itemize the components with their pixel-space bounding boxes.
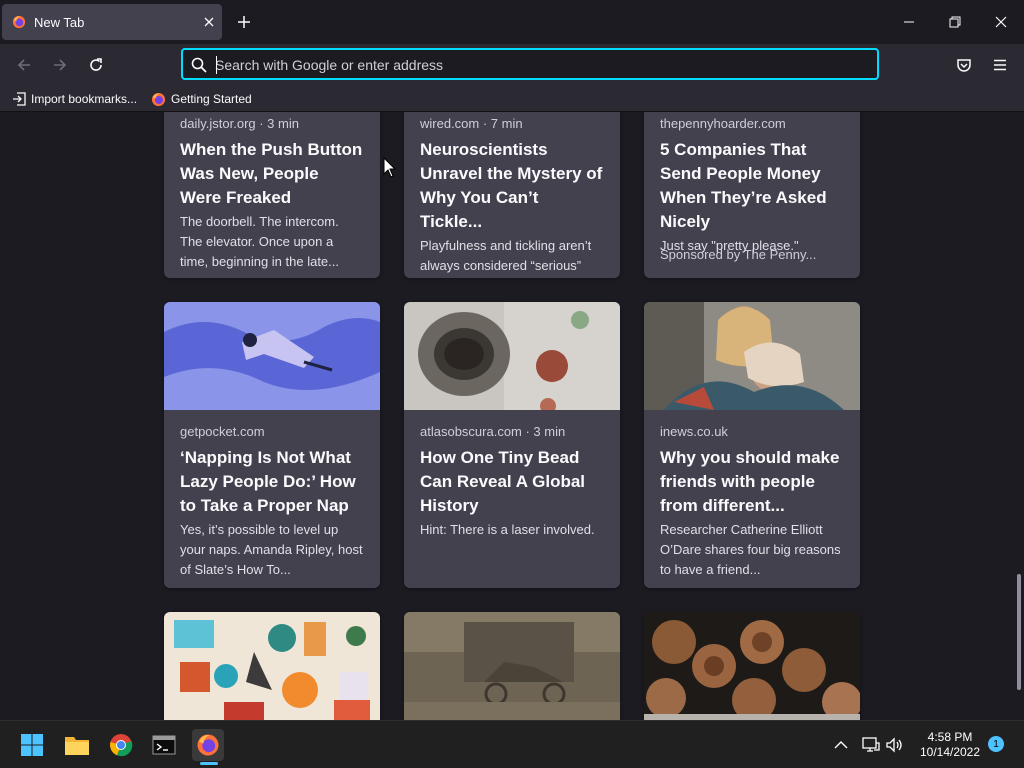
bookmarks-toolbar: Import bookmarks... Getting Started bbox=[0, 86, 1024, 112]
story-title: Why you should make friends with people … bbox=[660, 448, 840, 515]
speaker-icon bbox=[886, 737, 902, 753]
story-excerpt: Hint: There is a laser involved. bbox=[420, 522, 595, 537]
system-clock[interactable]: 4:58 PM 10/14/2022 bbox=[918, 730, 982, 760]
start-button[interactable] bbox=[16, 729, 48, 761]
story-body: getpocket.com ‘Napping Is Not What Lazy … bbox=[164, 424, 380, 580]
pocket-icon bbox=[957, 59, 971, 72]
search-input[interactable] bbox=[215, 55, 855, 75]
new-tab-content: daily.jstor.org · 3 min When the Push Bu… bbox=[0, 112, 1024, 720]
story-excerpt: The doorbell. The intercom. The elevator… bbox=[180, 214, 339, 269]
story-source: thepennyhoarder.com bbox=[660, 116, 786, 131]
network-button[interactable] bbox=[858, 729, 884, 761]
story-image bbox=[404, 612, 620, 720]
story-body: thepennyhoarder.com 5 Companies That Sen… bbox=[644, 116, 860, 256]
arrow-right-icon bbox=[54, 59, 67, 71]
story-card[interactable]: atlasobscura.com · 3 min How One Tiny Be… bbox=[404, 302, 620, 588]
mouse-pointer-icon bbox=[383, 157, 397, 178]
show-hidden-icons-button[interactable] bbox=[826, 729, 856, 761]
clock-time: 4:58 PM bbox=[927, 730, 973, 744]
reload-button[interactable] bbox=[83, 53, 109, 77]
taskbar-file-explorer[interactable] bbox=[61, 729, 93, 761]
restore-button[interactable] bbox=[940, 8, 970, 36]
story-body: wired.com · 7 min Neuroscientists Unrave… bbox=[404, 116, 620, 278]
story-excerpt: Researcher Catherine Elliott O’Dare shar… bbox=[660, 522, 841, 577]
bookmark-import[interactable]: Import bookmarks... bbox=[12, 90, 137, 108]
story-body: atlasobscura.com · 3 min How One Tiny Be… bbox=[404, 424, 620, 540]
terminal-icon bbox=[152, 735, 176, 755]
tab-new-tab[interactable]: New Tab bbox=[2, 4, 222, 40]
active-app-indicator bbox=[200, 762, 218, 765]
story-card[interactable] bbox=[644, 612, 860, 720]
story-title: When the Push Button Was New, People Wer… bbox=[180, 140, 363, 207]
restore-icon bbox=[949, 16, 961, 28]
story-source: getpocket.com bbox=[180, 424, 265, 439]
close-icon bbox=[995, 16, 1007, 28]
volume-button[interactable] bbox=[882, 729, 908, 761]
sponsored-label: Sponsored by The Penny... bbox=[660, 247, 817, 262]
story-image bbox=[644, 302, 860, 410]
story-source: inews.co.uk bbox=[660, 424, 728, 439]
firefox-icon bbox=[12, 15, 26, 29]
clock-date: 10/14/2022 bbox=[919, 745, 981, 759]
hamburger-menu-icon bbox=[994, 59, 1006, 71]
story-title: Neuroscientists Unravel the Mystery of W… bbox=[420, 140, 603, 231]
text-caret bbox=[216, 56, 217, 74]
minimize-icon bbox=[904, 21, 914, 23]
story-body: inews.co.uk Why you should make friends … bbox=[644, 424, 860, 580]
bookmark-label: Import bookmarks... bbox=[31, 92, 138, 106]
story-card[interactable]: daily.jstor.org · 3 min When the Push Bu… bbox=[164, 112, 380, 278]
navigation-toolbar bbox=[0, 44, 1024, 86]
search-icon bbox=[191, 57, 207, 73]
address-bar[interactable] bbox=[181, 48, 879, 80]
bookmark-getting-started[interactable]: Getting Started bbox=[151, 90, 252, 108]
story-image bbox=[644, 612, 860, 720]
chrome-icon bbox=[110, 734, 133, 757]
story-card[interactable]: wired.com · 7 min Neuroscientists Unrave… bbox=[404, 112, 620, 278]
taskbar-firefox[interactable] bbox=[192, 729, 224, 761]
tab-strip: New Tab bbox=[0, 0, 1024, 44]
taskbar-chrome[interactable] bbox=[105, 729, 137, 761]
story-excerpt: Yes, it’s possible to level up your naps… bbox=[180, 522, 363, 577]
story-card[interactable] bbox=[164, 612, 380, 720]
plus-icon bbox=[238, 16, 250, 28]
arrow-left-icon bbox=[17, 59, 30, 71]
network-icon bbox=[862, 737, 880, 752]
story-card[interactable] bbox=[404, 612, 620, 720]
story-card[interactable]: inews.co.uk Why you should make friends … bbox=[644, 302, 860, 588]
firefox-icon bbox=[197, 734, 219, 756]
app-menu-button[interactable] bbox=[987, 53, 1013, 77]
new-tab-button[interactable] bbox=[232, 10, 256, 34]
close-tab-icon[interactable] bbox=[200, 13, 218, 31]
import-icon bbox=[13, 92, 26, 106]
forward-button[interactable] bbox=[47, 53, 73, 77]
windows-taskbar: 4:58 PM 10/14/2022 bbox=[0, 720, 1024, 768]
scrollbar-thumb[interactable] bbox=[1017, 574, 1021, 690]
story-image bbox=[164, 612, 380, 720]
story-excerpt: Playfulness and tickling aren’t always c… bbox=[420, 238, 592, 273]
story-card-sponsored[interactable]: thepennyhoarder.com 5 Companies That Sen… bbox=[644, 112, 860, 278]
pocket-button[interactable] bbox=[951, 53, 977, 77]
story-card[interactable]: getpocket.com ‘Napping Is Not What Lazy … bbox=[164, 302, 380, 588]
story-source: daily.jstor.org · 3 min bbox=[180, 116, 299, 131]
story-image bbox=[164, 302, 380, 410]
bookmark-label: Getting Started bbox=[171, 92, 252, 106]
story-source: wired.com · 7 min bbox=[420, 116, 523, 131]
reload-icon bbox=[90, 58, 102, 71]
story-image bbox=[404, 302, 620, 410]
story-source: atlasobscura.com · 3 min bbox=[420, 424, 566, 439]
story-title: How One Tiny Bead Can Reveal A Global Hi… bbox=[420, 448, 586, 515]
chevron-up-icon bbox=[834, 741, 848, 749]
tab-title: New Tab bbox=[34, 15, 85, 30]
minimize-button[interactable] bbox=[894, 8, 924, 36]
story-body: daily.jstor.org · 3 min When the Push Bu… bbox=[164, 116, 380, 272]
story-title: 5 Companies That Send People Money When … bbox=[660, 140, 827, 231]
windows-start-icon bbox=[21, 734, 43, 756]
back-button[interactable] bbox=[11, 53, 37, 77]
firefox-icon bbox=[151, 92, 166, 106]
close-window-button[interactable] bbox=[986, 8, 1016, 36]
story-title: ‘Napping Is Not What Lazy People Do:’ Ho… bbox=[180, 448, 356, 515]
taskbar-terminal[interactable] bbox=[148, 729, 180, 761]
notification-badge[interactable]: 1 bbox=[988, 736, 1004, 752]
file-explorer-icon bbox=[65, 737, 89, 755]
